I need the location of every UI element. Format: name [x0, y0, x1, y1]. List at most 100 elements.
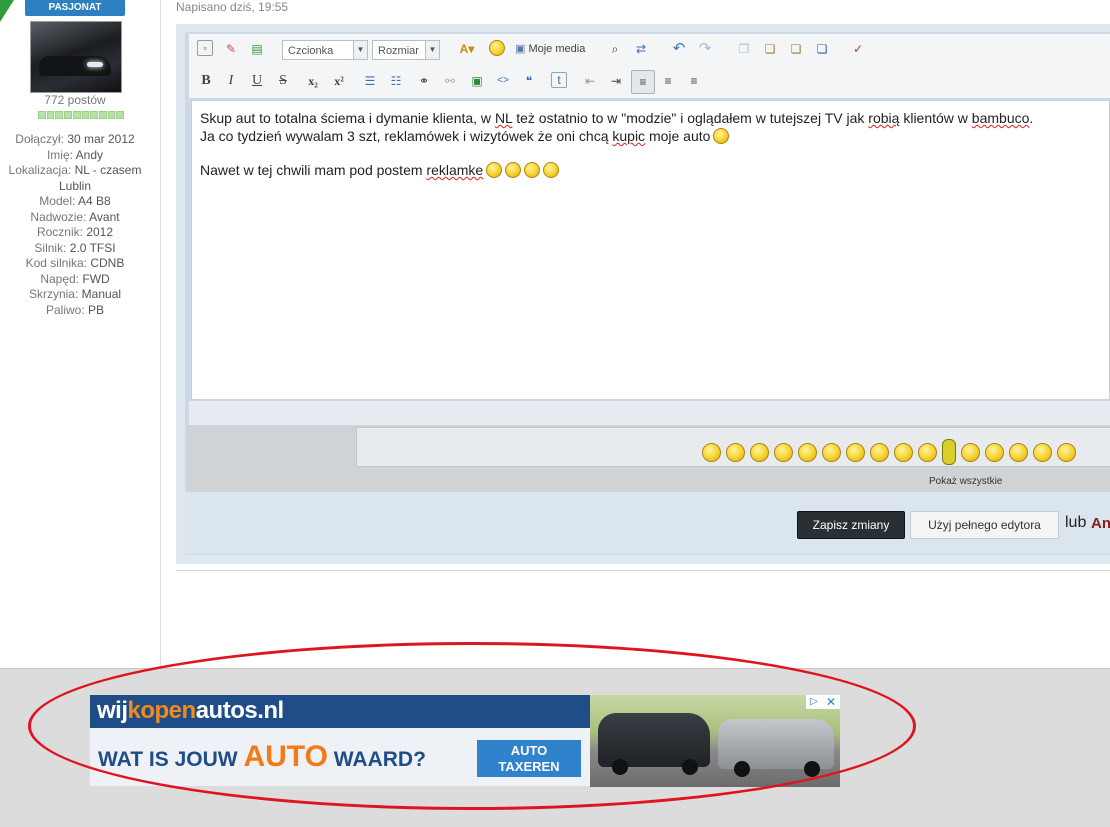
eraser-icon[interactable]: ✎ — [222, 40, 240, 58]
shocked-emoticon-icon[interactable] — [726, 442, 745, 462]
smile-emoticon-icon[interactable] — [702, 442, 721, 462]
misspelled-word: kupic — [612, 128, 646, 144]
find-icon[interactable]: ⌕ — [606, 40, 624, 58]
bold-button[interactable]: B — [197, 72, 215, 90]
huh-emoticon-icon[interactable] — [1057, 442, 1076, 462]
strike-button[interactable]: S — [274, 72, 292, 90]
reputation-bar — [38, 111, 125, 119]
facepalm-emoticon-icon[interactable] — [918, 442, 937, 462]
superscript-button[interactable]: x² — [330, 72, 348, 90]
misspelled-word: NL — [494, 110, 513, 126]
happy-emoticon-icon[interactable] — [894, 442, 913, 462]
facepalm-emoticon-icon — [505, 162, 522, 178]
profile-field: Silnik: 2.0 TFSI — [0, 241, 150, 257]
profile-field-label: Imię: — [46, 147, 73, 162]
facepalm-emoticon-icon — [713, 128, 730, 144]
profile-field-label: Napęd: — [40, 271, 80, 286]
quote-button[interactable]: ❝ — [520, 72, 538, 90]
rank-badge: PASJONAT — [25, 0, 125, 16]
profile-field-value: CDNB — [90, 256, 125, 270]
paste-icon[interactable]: ❏ — [787, 40, 805, 58]
profile-field-value: NL - czasem Lublin — [58, 163, 142, 193]
redo-icon[interactable]: ↷ — [696, 40, 714, 58]
indent-button[interactable]: ⇥ — [607, 72, 625, 90]
profile-field: Lokalizacja: NL - czasem Lublin — [0, 163, 150, 194]
misspelled-word: robią — [868, 110, 900, 126]
underline-button[interactable]: U — [248, 72, 266, 90]
editor-resize-bar[interactable] — [189, 401, 1110, 426]
profile-field-label: Paliwo: — [45, 302, 85, 317]
copy-icon[interactable]: ❏ — [761, 40, 779, 58]
sad-emoticon-icon[interactable] — [870, 442, 889, 462]
profile-field-value: 30 mar 2012 — [67, 132, 135, 146]
profile-field-value: PB — [88, 302, 105, 317]
show-all-smileys-link[interactable]: Pokaż wszystkie — [929, 476, 1002, 487]
align-right-button[interactable]: ≡ — [685, 72, 703, 90]
message-line-1: Skup aut to totalna ściema i dymanie kli… — [200, 110, 1034, 126]
number-list-button[interactable]: ☷ — [387, 72, 405, 90]
align-left-button[interactable]: ≡ — [631, 70, 655, 94]
source-icon[interactable]: ▫ — [197, 40, 213, 56]
paste-word-icon[interactable]: ❏ — [813, 40, 831, 58]
profile-field-label: Rocznik: — [36, 225, 83, 239]
unlink-button[interactable]: ⚯ — [441, 72, 459, 90]
italic-button[interactable]: I — [222, 72, 240, 90]
unsure-emoticon-icon[interactable] — [961, 442, 980, 462]
profile-field: Nadwozie: Avant — [0, 210, 150, 226]
cancel-link[interactable]: An — [1091, 515, 1110, 532]
profile-field-label: Nadwozie: — [30, 209, 87, 224]
profile-field-value: 2.0 TFSI — [69, 240, 116, 255]
twitter-button[interactable]: t — [551, 72, 567, 88]
laugh-emoticon-icon[interactable] — [774, 442, 793, 462]
size-select-label: Rozmiar — [378, 45, 419, 57]
profile-field-label: Skrzynia: — [28, 287, 79, 301]
misspelled-word: reklamke — [426, 162, 484, 178]
subscript-button[interactable]: x₂ — [304, 72, 322, 90]
text-color-icon[interactable]: A▾ — [454, 40, 480, 58]
outdent-button[interactable]: ⇤ — [581, 72, 599, 90]
media-button[interactable]: ▣ Moje media — [515, 40, 591, 58]
spellcheck-icon[interactable]: ✓ — [849, 40, 867, 58]
profile-field-label: Silnik: — [34, 240, 67, 255]
font-select[interactable]: Czcionka ▼ — [282, 40, 368, 60]
annotation-circle — [28, 642, 916, 810]
profile-field: Imię: Andy — [0, 148, 150, 164]
profile-field: Rocznik: 2012 — [0, 225, 150, 241]
online-ribbon — [0, 0, 14, 22]
image-button[interactable]: ▣ — [468, 72, 486, 90]
profile-fields: Dołączył: 30 mar 2012 Imię: Andy Lokalizac… — [0, 132, 150, 318]
chevron-down-icon: ▼ — [353, 41, 367, 59]
profile-field: Paliwo: PB — [0, 303, 150, 319]
message-textarea[interactable]: Skup aut to totalna ściema i dymanie kli… — [191, 100, 1110, 400]
profile-field: Napęd: FWD — [0, 272, 150, 288]
save-changes-button[interactable]: Zapisz zmiany — [797, 511, 905, 539]
link-button[interactable]: ⚭ — [415, 72, 433, 90]
code-button[interactable]: <> — [494, 72, 512, 90]
teeth-emoticon-icon[interactable] — [985, 442, 1004, 462]
replace-icon[interactable]: ⇄ — [632, 40, 650, 58]
profile-field-label: Lokalizacja: — [8, 163, 72, 177]
smiley-list — [702, 439, 1076, 465]
grin-emoticon-icon[interactable] — [822, 442, 841, 462]
crazy-emoticon-icon[interactable] — [1033, 442, 1052, 462]
media-icon: ▣ — [515, 43, 529, 55]
font-select-label: Czcionka — [288, 45, 334, 57]
biggrin-emoticon-icon[interactable] — [846, 442, 865, 462]
tongue-emoticon-icon[interactable] — [798, 442, 817, 462]
profile-field-label: Dołączył: — [15, 132, 64, 146]
angry-emoticon-icon[interactable] — [1009, 442, 1028, 462]
or-label: lub — [1065, 514, 1087, 531]
undo-icon[interactable]: ↶ — [670, 40, 688, 58]
size-select[interactable]: Rozmiar ▼ — [372, 40, 440, 60]
wink-emoticon-icon[interactable] — [750, 442, 769, 462]
avatar[interactable] — [30, 21, 122, 93]
banana-emoticon-icon[interactable] — [942, 439, 956, 465]
post-count[interactable]: 772 postów — [0, 93, 150, 107]
profile-field-value: 2012 — [86, 225, 114, 239]
bullet-list-button[interactable]: ☰ — [361, 72, 379, 90]
cut-icon[interactable]: ❐ — [735, 40, 753, 58]
paste-plain-icon[interactable]: ▤ — [248, 40, 266, 58]
emoticon-icon[interactable] — [488, 40, 506, 58]
align-center-button[interactable]: ≡ — [659, 72, 677, 90]
full-editor-button[interactable]: Użyj pełnego edytora — [910, 511, 1059, 539]
